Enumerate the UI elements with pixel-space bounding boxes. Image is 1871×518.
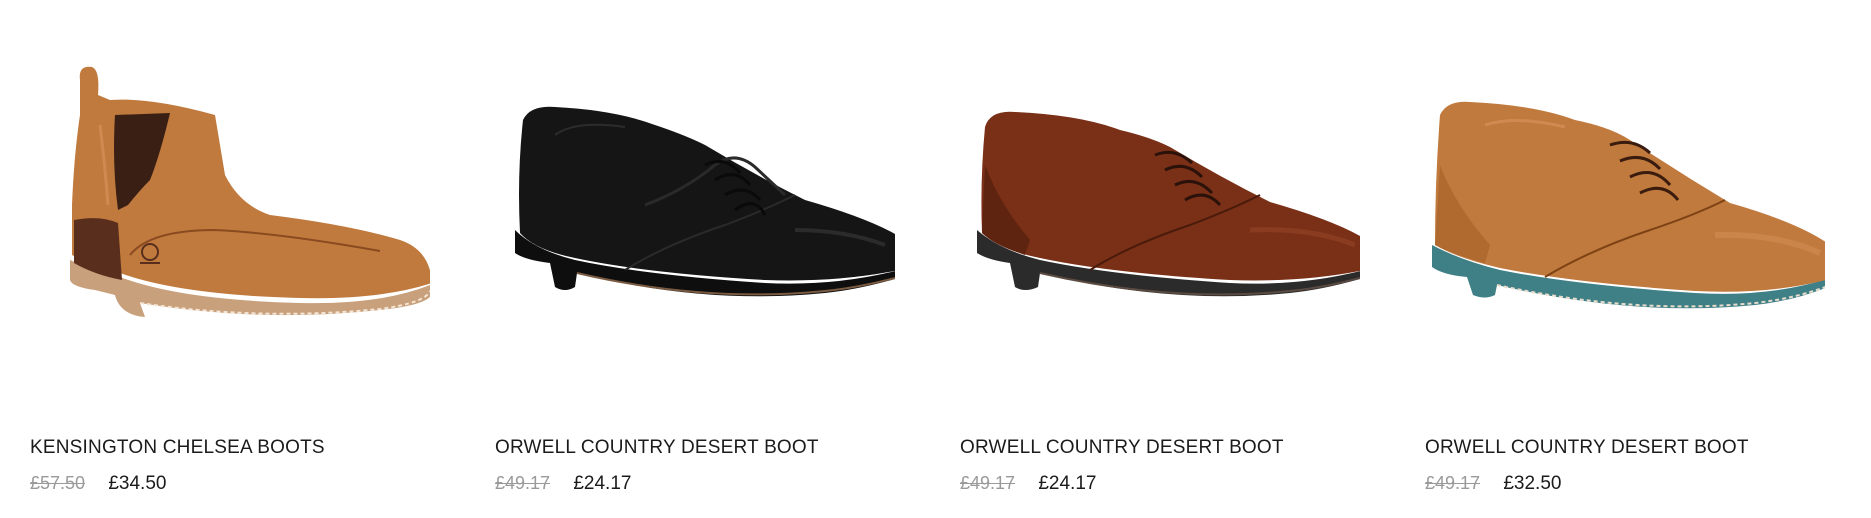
product-card[interactable]: ORWELL COUNTRY DESERT BOOT £49.17 £24.17 (930, 0, 1360, 518)
product-card[interactable]: ORWELL COUNTRY DESERT BOOT £49.17 £24.17 (465, 0, 895, 518)
original-price: £49.17 (1425, 473, 1481, 493)
product-prices: £57.50 £34.50 (30, 473, 166, 495)
sale-price: £24.17 (573, 473, 632, 494)
product-title[interactable]: ORWELL COUNTRY DESERT BOOT (960, 437, 1284, 459)
product-title[interactable]: KENSINGTON CHELSEA BOOTS (30, 437, 325, 459)
product-title[interactable]: ORWELL COUNTRY DESERT BOOT (1425, 437, 1749, 459)
product-prices: £49.17 £24.17 (960, 473, 1096, 495)
product-card[interactable]: KENSINGTON CHELSEA BOOTS £57.50 £34.50 (0, 0, 430, 518)
original-price: £57.50 (30, 473, 86, 493)
desert-boot-black-image (515, 106, 895, 297)
desert-boot-brown-image (977, 111, 1360, 297)
sale-price: £24.17 (1038, 473, 1097, 494)
product-image-link[interactable] (1395, 55, 1825, 375)
product-prices: £49.17 £32.50 (1425, 473, 1561, 495)
product-title[interactable]: ORWELL COUNTRY DESERT BOOT (495, 437, 819, 459)
original-price: £49.17 (960, 473, 1016, 493)
product-card[interactable]: ORWELL COUNTRY DESERT BOOT £49.17 £32.50 (1395, 0, 1825, 518)
chelsea-boot-image (70, 66, 430, 317)
product-grid: KENSINGTON CHELSEA BOOTS £57.50 £34.50 O… (0, 0, 1871, 518)
original-price: £49.17 (495, 473, 551, 493)
product-prices: £49.17 £24.17 (495, 473, 631, 495)
sale-price: £34.50 (108, 473, 167, 494)
product-image-link[interactable] (0, 55, 430, 375)
product-image-link[interactable] (930, 55, 1360, 375)
sale-price: £32.50 (1503, 473, 1562, 494)
desert-boot-tan-blue-sole-image (1432, 101, 1825, 309)
product-image-link[interactable] (465, 55, 895, 375)
